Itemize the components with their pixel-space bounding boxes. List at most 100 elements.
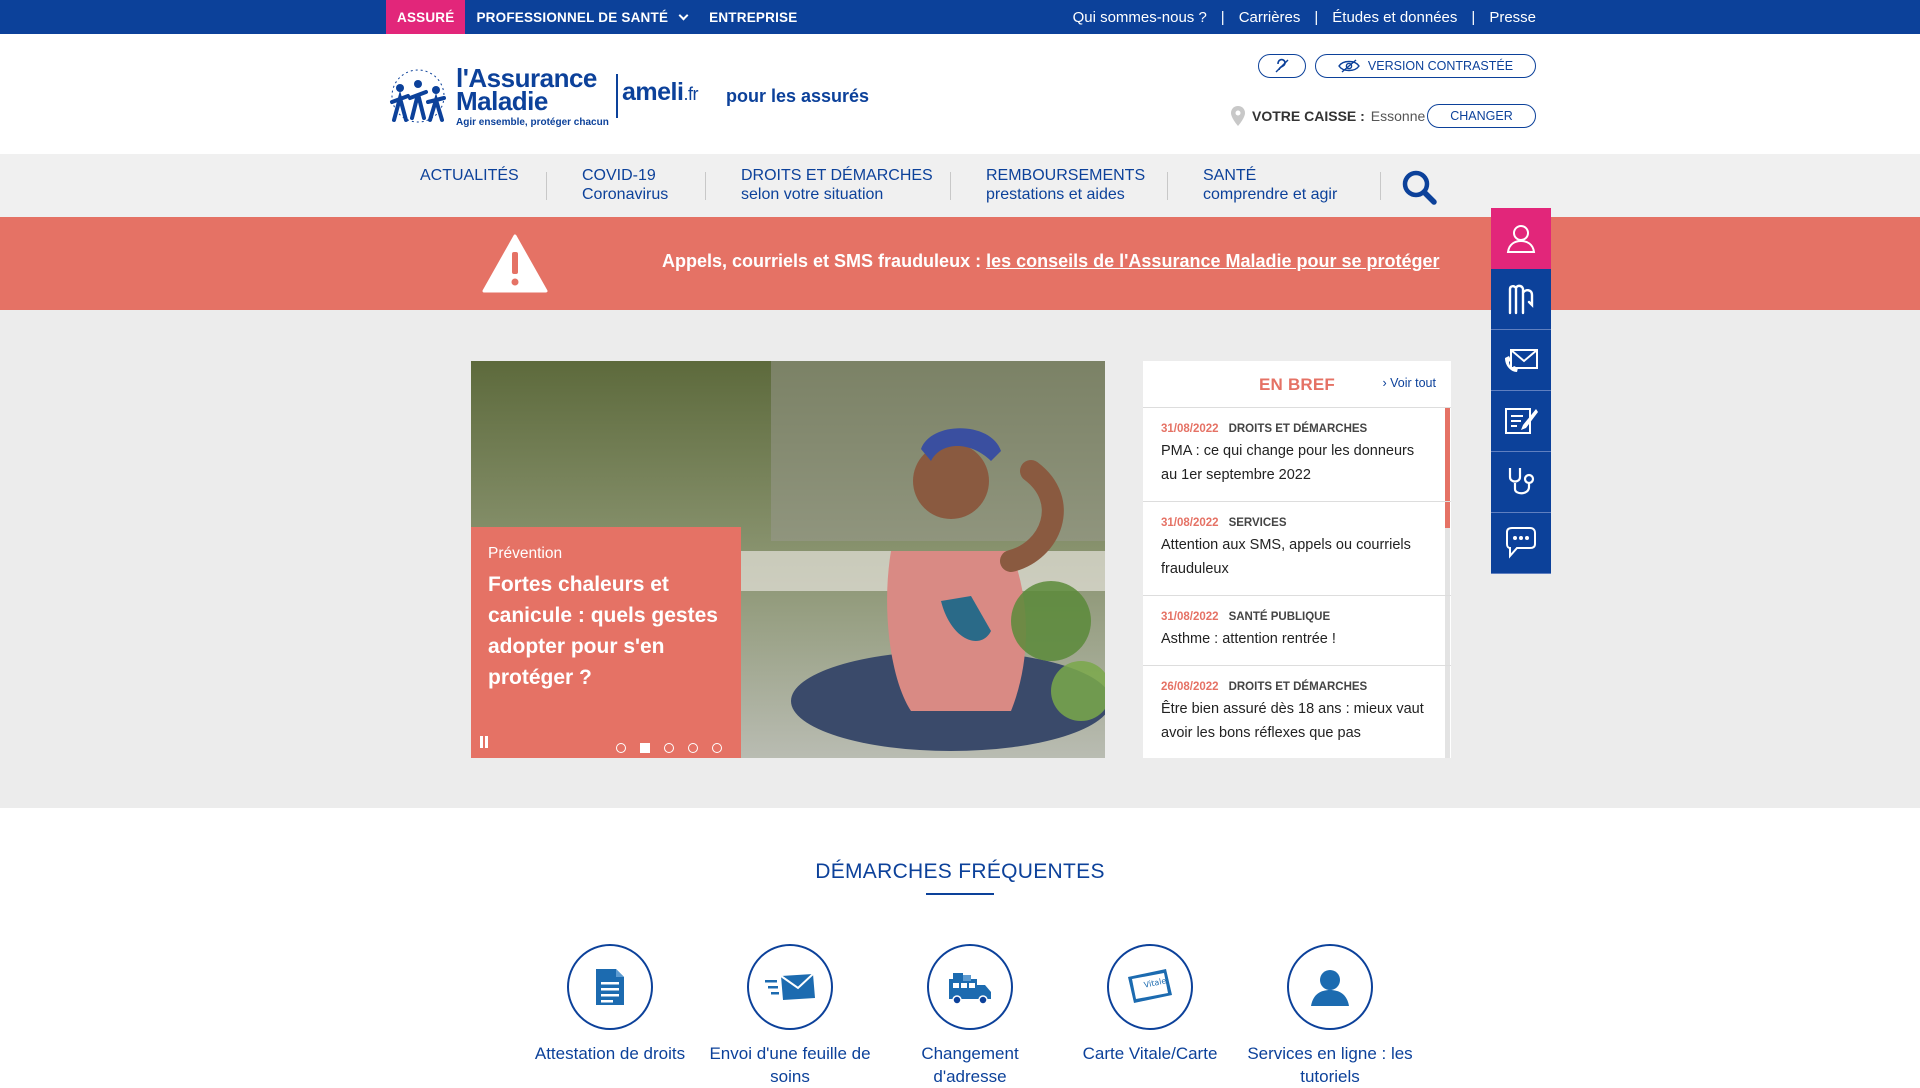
demarche-carte-vitale[interactable]: Vitale Carte Vitale/Carte: [1065, 944, 1235, 1065]
slider-dot[interactable]: [616, 743, 626, 753]
ameli-name: ameli: [622, 78, 684, 106]
demarche-label: Changement d'adresse: [921, 1044, 1019, 1086]
nav-sante[interactable]: SANTÉ comprendre et agir: [1203, 166, 1337, 204]
nav-sublabel: selon votre situation: [741, 186, 884, 203]
news-title: Être bien assuré dès 18 ans : mieux vaut…: [1161, 701, 1424, 741]
nav-label: REMBOURSEMENTS: [986, 167, 1146, 184]
link-etudes-donnees[interactable]: Études et données: [1332, 9, 1457, 26]
contrast-version-button[interactable]: VERSION CONTRASTÉE: [1315, 54, 1536, 78]
nav-divider: [705, 172, 706, 200]
nav-remboursements[interactable]: REMBOURSEMENTS prestations et aides: [986, 166, 1145, 204]
nav-sublabel: prestations et aides: [986, 186, 1125, 203]
nav-covid[interactable]: COVID-19 Coronavirus: [582, 166, 668, 204]
nav-divider: [1380, 172, 1381, 200]
nav-actualites[interactable]: ACTUALITÉS: [420, 166, 519, 185]
phone-mail-icon: [1505, 349, 1538, 372]
form-edit-icon: [1505, 408, 1538, 434]
demarche-icon-circle: Vitale: [1107, 944, 1193, 1030]
link-qui-sommes-nous[interactable]: Qui sommes-nous ?: [1073, 9, 1207, 26]
account-button[interactable]: [1491, 208, 1551, 269]
section-title: DÉMARCHES FRÉQUENTES: [815, 860, 1105, 883]
assurance-maladie-logo[interactable]: l'Assurance Maladie Agir ensemble, proté…: [386, 62, 609, 134]
alert-link[interactable]: les conseils de l'Assurance Maladie pour…: [986, 251, 1439, 271]
alert-message: Appels, courriels et SMS frauduleux : le…: [662, 251, 1440, 272]
demarche-label: Attestation de droits: [534, 1044, 686, 1063]
nav-label: SANTÉ: [1203, 167, 1257, 184]
news-item[interactable]: 26/08/2022 DROITS ET DÉMARCHES Être bien …: [1143, 666, 1451, 758]
demarche-label: Envoi d'une feuille de soins: [709, 1044, 871, 1086]
nav-divider: [1167, 172, 1168, 200]
logo-figures-icon: [390, 69, 446, 123]
news-meta: 31/08/2022 SERVICES: [1161, 517, 1431, 529]
slider-dot[interactable]: [712, 743, 722, 753]
caisse-value: Essonne: [1370, 108, 1426, 124]
moving-truck-icon: [949, 973, 991, 1005]
nav-droits-demarches[interactable]: DROITS ET DÉMARCHES selon votre situatio…: [741, 166, 933, 204]
slide-caption[interactable]: Prévention Fortes chaleurs et canicule :…: [471, 527, 741, 758]
nav-label: ACTUALITÉS: [420, 167, 519, 184]
ameli-tld: .fr: [683, 84, 698, 104]
contact-button[interactable]: [1491, 330, 1551, 391]
eye-slash-icon: [1338, 59, 1360, 73]
audience-subtitle: pour les assurés: [726, 86, 870, 106]
find-doctor-button[interactable]: [1491, 452, 1551, 513]
demarche-attestation[interactable]: Attestation de droits: [525, 944, 695, 1065]
audience-tab-entreprise[interactable]: ENTREPRISE: [698, 0, 808, 34]
see-all-link[interactable]: › Voir tout: [1382, 376, 1436, 390]
separator: |: [1220, 8, 1225, 26]
separator: |: [1471, 8, 1476, 26]
accessibility-button[interactable]: [1258, 54, 1306, 78]
forms-button[interactable]: [1491, 391, 1551, 452]
link-carrieres[interactable]: Carrières: [1239, 9, 1301, 26]
news-item[interactable]: 31/08/2022 SANTÉ PUBLIQUE Asthme : attent…: [1143, 596, 1451, 666]
envelope-icon: [765, 973, 815, 1000]
change-caisse-label: CHANGER: [1450, 109, 1513, 123]
demarche-changement-adresse[interactable]: Changement d'adresse: [885, 944, 1055, 1088]
demarche-services-en-ligne[interactable]: Services en ligne : les tutoriels: [1245, 944, 1415, 1088]
audience-tab-label: ASSURÉ: [397, 9, 455, 25]
main-feature-section: Prévention Fortes chaleurs et canicule :…: [0, 310, 1920, 808]
user-outline-icon: [1506, 225, 1536, 253]
demarche-icon-circle: [567, 944, 653, 1030]
audience-tab-professionnel[interactable]: PROFESSIONNEL DE SANTÉ: [465, 0, 698, 34]
slider-dot-active[interactable]: [640, 743, 650, 753]
news-category: SANTÉ PUBLIQUE: [1228, 611, 1331, 623]
pause-icon[interactable]: [478, 736, 490, 750]
stethoscope-icon: [1508, 468, 1535, 495]
news-category: SERVICES: [1228, 517, 1287, 529]
en-bref-panel: EN BREF › Voir tout 31/08/2022 DROITS ET …: [1143, 361, 1451, 758]
news-category: DROITS ET DÉMARCHES: [1228, 681, 1368, 693]
slider-dot[interactable]: [688, 743, 698, 753]
link-presse[interactable]: Presse: [1489, 9, 1536, 26]
change-caisse-button[interactable]: CHANGER: [1427, 104, 1536, 128]
en-bref-title: EN BREF: [1259, 375, 1336, 394]
news-slider[interactable]: Prévention Fortes chaleurs et canicule :…: [471, 361, 1105, 758]
contrast-label: VERSION CONTRASTÉE: [1367, 59, 1514, 73]
alert-prefix: Appels, courriels et SMS frauduleux :: [662, 251, 987, 271]
en-bref-list: 31/08/2022 DROITS ET DÉMARCHES PMA : ce q…: [1143, 408, 1451, 758]
main-navigation: ACTUALITÉS COVID-19 Coronavirus DROITS E…: [0, 154, 1920, 217]
slider-dot[interactable]: [664, 743, 674, 753]
user-icon: [1311, 970, 1349, 1006]
chat-button[interactable]: [1491, 513, 1551, 574]
ameli-logo[interactable]: ameli.fr: [622, 78, 698, 107]
news-title: Attention aux SMS, appels ou courriels f…: [1161, 537, 1411, 577]
demarche-icon-circle: [747, 944, 833, 1030]
ameli-account-button[interactable]: [1491, 269, 1551, 330]
vitale-card-icon: Vitale: [1128, 969, 1172, 1003]
demarche-icon-circle: [927, 944, 1013, 1030]
search-button[interactable]: [1400, 168, 1438, 206]
search-icon: [1402, 170, 1437, 205]
logo-tagline: Agir ensemble, protéger chacun: [456, 117, 609, 128]
news-date: 31/08/2022: [1161, 423, 1219, 435]
chevron-right-icon: ›: [1382, 376, 1391, 390]
caisse-label: VOTRE CAISSE :: [1252, 108, 1365, 124]
news-item[interactable]: 31/08/2022 SERVICES Attention aux SMS, ap…: [1143, 502, 1451, 596]
slider-pagination: [616, 743, 722, 753]
news-date: 31/08/2022: [1161, 611, 1219, 623]
audience-tab-assure[interactable]: ASSURÉ: [386, 0, 466, 41]
news-item[interactable]: 31/08/2022 DROITS ET DÉMARCHES PMA : ce q…: [1143, 408, 1451, 502]
fraud-alert-banner: Appels, courriels et SMS frauduleux : le…: [0, 217, 1920, 310]
news-meta: 31/08/2022 DROITS ET DÉMARCHES: [1161, 423, 1431, 435]
demarche-feuille-soins[interactable]: Envoi d'une feuille de soins: [705, 944, 875, 1088]
